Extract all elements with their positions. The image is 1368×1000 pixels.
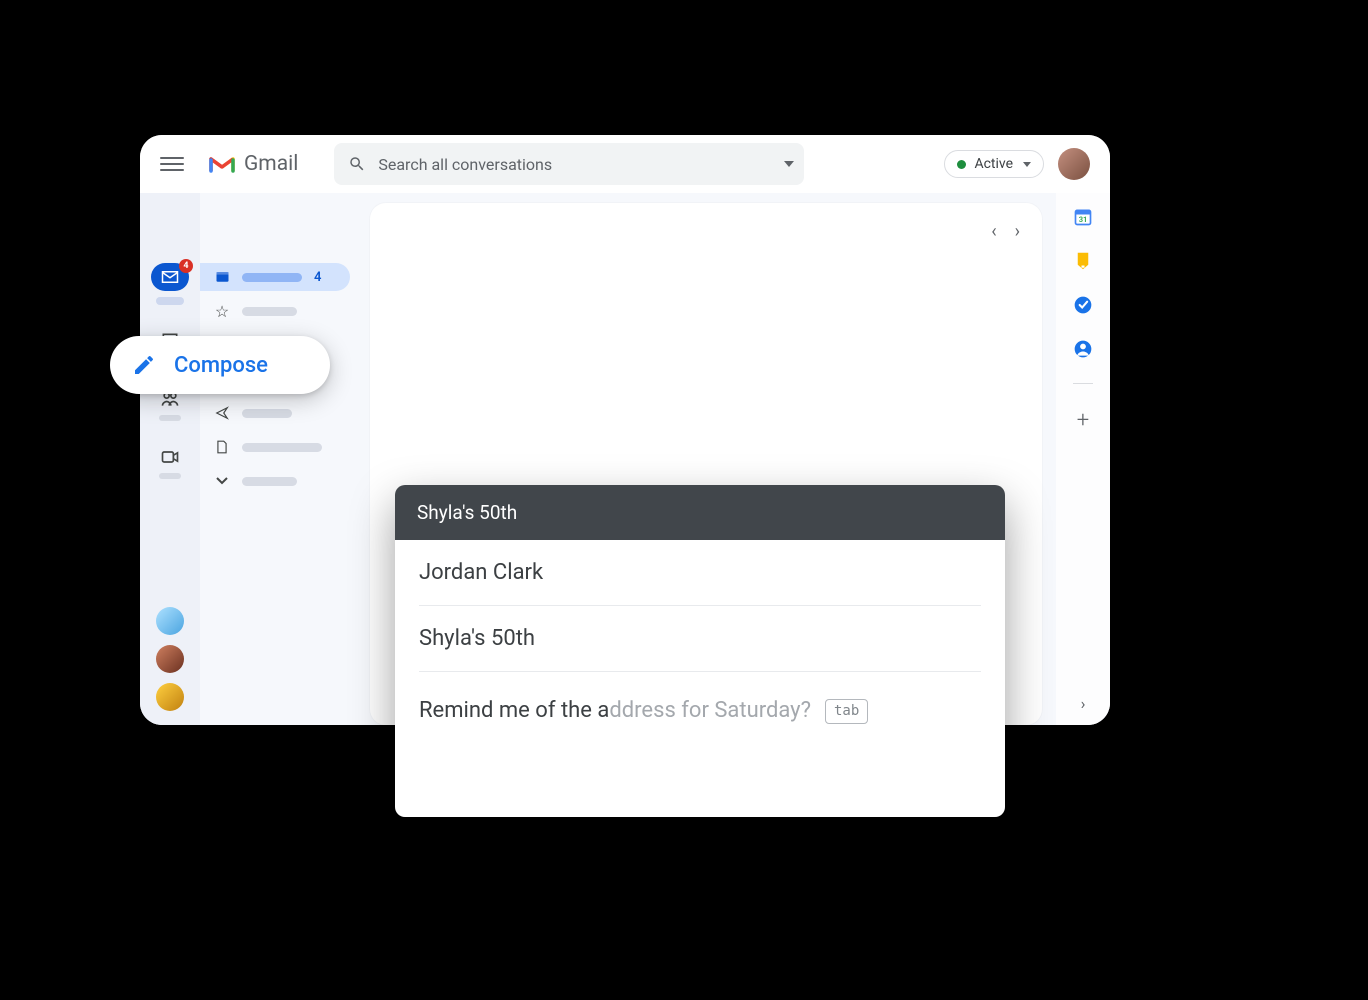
- folder-label-placeholder: [242, 307, 297, 316]
- tab-hint-chip: tab: [825, 699, 868, 725]
- status-label: Active: [974, 156, 1013, 172]
- compose-title[interactable]: Shyla's 50th: [395, 485, 1005, 540]
- star-icon: ☆: [214, 302, 230, 321]
- search-options-icon[interactable]: [784, 161, 794, 167]
- nav-next-button[interactable]: ›: [1015, 221, 1020, 242]
- folder-drafts[interactable]: [200, 433, 350, 461]
- compose-subject-field[interactable]: Shyla's 50th: [419, 606, 981, 672]
- folder-more[interactable]: [200, 467, 350, 495]
- folder-inbox[interactable]: 4: [200, 263, 350, 291]
- inbox-count: 4: [314, 270, 321, 285]
- side-panel: 31 + ›: [1056, 193, 1110, 725]
- mail-badge: 4: [179, 259, 193, 273]
- pencil-icon: [132, 353, 156, 377]
- add-addon-button[interactable]: +: [1077, 408, 1089, 433]
- nav-prev-button[interactable]: ‹: [991, 221, 996, 242]
- keep-icon[interactable]: [1073, 251, 1093, 271]
- chevron-down-icon: [214, 477, 230, 485]
- account-avatar[interactable]: [1058, 148, 1090, 180]
- folder-list: 4 ☆: [200, 193, 360, 725]
- folder-label-placeholder: [242, 409, 292, 418]
- chevron-down-icon: [1023, 162, 1031, 167]
- folder-label-placeholder: [242, 273, 302, 282]
- compose-button[interactable]: Compose: [110, 336, 330, 394]
- tasks-icon[interactable]: [1073, 295, 1093, 315]
- search-icon: [348, 155, 366, 173]
- status-chip[interactable]: Active: [944, 150, 1044, 178]
- calendar-icon[interactable]: 31: [1073, 207, 1093, 227]
- collapse-panel-button[interactable]: ›: [1081, 694, 1086, 713]
- rail-mail-button[interactable]: 4: [151, 263, 189, 291]
- svg-text:31: 31: [1079, 215, 1088, 224]
- sent-icon: [214, 406, 230, 420]
- compose-body-typed: Remind me of the a: [419, 696, 609, 727]
- rail-label-placeholder: [159, 473, 181, 479]
- compose-body-field[interactable]: Remind me of the address for Saturday? t…: [419, 672, 981, 727]
- meet-icon[interactable]: [160, 447, 180, 467]
- app-header: Gmail Search all conversations Active: [140, 135, 1110, 193]
- gmail-logo[interactable]: Gmail: [208, 152, 298, 176]
- contact-avatar[interactable]: [156, 607, 184, 635]
- rail-label-placeholder: [159, 415, 181, 421]
- folder-label-placeholder: [242, 443, 322, 452]
- compose-window: Shyla's 50th Jordan Clark Shyla's 50th R…: [395, 485, 1005, 817]
- folder-starred[interactable]: ☆: [200, 297, 350, 325]
- inbox-icon: [214, 271, 230, 283]
- folder-label-placeholder: [242, 477, 297, 486]
- contact-avatar[interactable]: [156, 645, 184, 673]
- contacts-icon[interactable]: [1073, 339, 1093, 359]
- gmail-m-icon: [208, 154, 236, 174]
- status-active-dot: [957, 160, 966, 169]
- search-bar[interactable]: Search all conversations: [334, 143, 804, 185]
- compose-label: Compose: [174, 353, 268, 378]
- app-rail-left: 4: [140, 193, 200, 725]
- mail-icon: [161, 270, 179, 284]
- compose-body-suggestion: ddress for Saturday?: [609, 696, 811, 727]
- rail-label-placeholder: [156, 297, 184, 305]
- contact-avatar[interactable]: [156, 683, 184, 711]
- side-panel-divider: [1073, 383, 1093, 384]
- compose-recipient-field[interactable]: Jordan Clark: [419, 540, 981, 606]
- app-name: Gmail: [244, 152, 298, 176]
- document-icon: [214, 440, 230, 454]
- search-placeholder: Search all conversations: [378, 155, 552, 174]
- main-menu-button[interactable]: [160, 152, 184, 176]
- folder-sent[interactable]: [200, 399, 350, 427]
